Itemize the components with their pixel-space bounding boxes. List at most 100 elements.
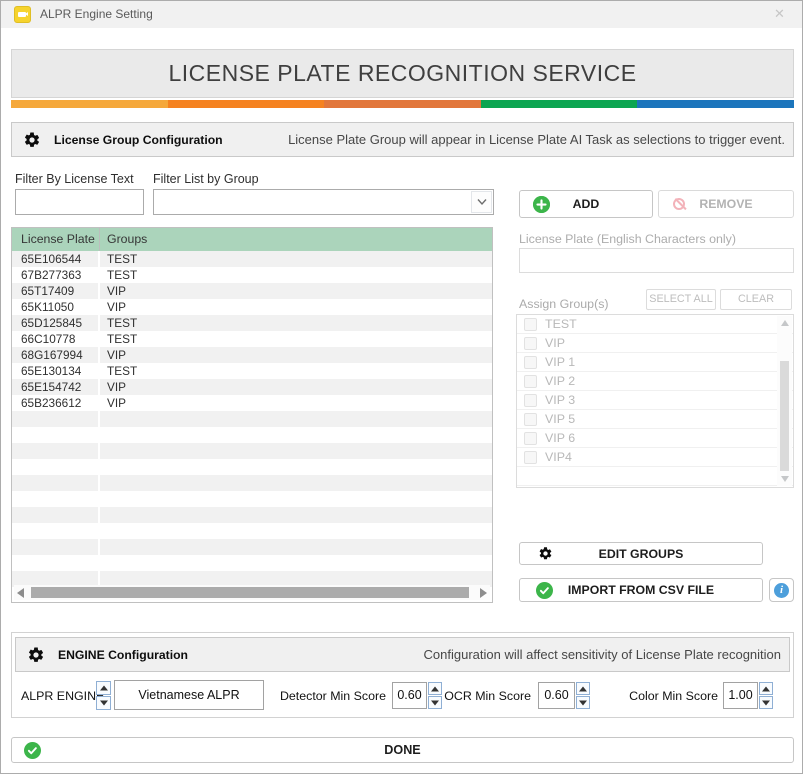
table-row[interactable]: 65E106544TEST: [12, 251, 492, 267]
group-option[interactable]: VIP 5: [517, 410, 793, 429]
table-row[interactable]: 65E130134TEST: [12, 363, 492, 379]
group-option[interactable]: TEST: [517, 315, 793, 334]
title-bar[interactable]: ALPR Engine Setting ✕: [1, 1, 802, 28]
ocr-min-score-value[interactable]: 0.60: [538, 682, 575, 709]
alpr-engine-spinner[interactable]: [96, 681, 111, 710]
spinner-up-icon[interactable]: [576, 682, 590, 695]
license-group-section-header: License Group Configuration License Plat…: [11, 122, 794, 157]
groups-cell[interactable]: VIP: [100, 299, 492, 315]
clear-button[interactable]: CLEAR: [720, 289, 792, 310]
import-from-csv-button[interactable]: IMPORT FROM CSV FILE: [519, 578, 763, 602]
horizontal-scrollbar-thumb[interactable]: [31, 587, 469, 598]
license-group-section-title: License Group Configuration: [54, 133, 223, 147]
spinner-down-icon[interactable]: [759, 696, 773, 709]
edit-groups-button[interactable]: EDIT GROUPS: [519, 542, 763, 565]
info-button[interactable]: i: [769, 578, 794, 602]
group-option-label: VIP4: [545, 448, 572, 466]
plate-cell[interactable]: 65E106544: [12, 251, 100, 267]
plate-cell[interactable]: 68G167994: [12, 347, 100, 363]
filter-list-by-group-dropdown[interactable]: [153, 189, 494, 215]
group-option[interactable]: VIP4: [517, 448, 793, 467]
color-min-score-value[interactable]: 1.00: [723, 682, 758, 709]
done-button[interactable]: DONE: [11, 737, 794, 763]
window-title: ALPR Engine Setting: [40, 1, 153, 28]
select-all-button[interactable]: SELECT ALL: [646, 289, 716, 310]
checkbox-icon[interactable]: [524, 318, 537, 331]
horizontal-scrollbar[interactable]: [14, 585, 490, 600]
plate-cell[interactable]: 65E154742: [12, 379, 100, 395]
checkbox-icon[interactable]: [524, 394, 537, 407]
checkbox-icon[interactable]: [524, 337, 537, 350]
table-row-empty: [12, 507, 492, 523]
close-icon[interactable]: ✕: [757, 1, 802, 28]
groups-cell[interactable]: TEST: [100, 331, 492, 347]
spinner-up-icon[interactable]: [96, 681, 111, 695]
group-option-label: VIP 6: [545, 429, 575, 447]
table-row[interactable]: 65T17409VIP: [12, 283, 492, 299]
spinner-down-icon[interactable]: [96, 696, 111, 710]
group-option[interactable]: VIP 1: [517, 353, 793, 372]
plate-cell[interactable]: 65D125845: [12, 315, 100, 331]
groups-cell[interactable]: VIP: [100, 395, 492, 411]
plate-cell[interactable]: 65B236612: [12, 395, 100, 411]
table-row[interactable]: 65D125845TEST: [12, 315, 492, 331]
group-option[interactable]: VIP 6: [517, 429, 793, 448]
vertical-scrollbar-thumb[interactable]: [780, 361, 789, 471]
groups-cell[interactable]: TEST: [100, 315, 492, 331]
group-option-label: TEST: [545, 315, 577, 333]
table-row[interactable]: 66C10778TEST: [12, 331, 492, 347]
groups-cell[interactable]: VIP: [100, 379, 492, 395]
plate-cell[interactable]: 67B277363: [12, 267, 100, 283]
groups-cell[interactable]: TEST: [100, 363, 492, 379]
groups-cell[interactable]: VIP: [100, 283, 492, 299]
ocr-min-score-label: OCR Min Score: [431, 689, 531, 703]
filter-by-license-text-input[interactable]: [15, 189, 144, 215]
remove-button[interactable]: REMOVE: [658, 190, 794, 218]
vertical-scrollbar[interactable]: [777, 316, 792, 486]
spinner-down-icon[interactable]: [576, 696, 590, 709]
remove-button-label: REMOVE: [659, 197, 793, 211]
table-row[interactable]: 65K11050VIP: [12, 299, 492, 315]
group-option[interactable]: VIP: [517, 334, 793, 353]
plate-cell[interactable]: 65E130134: [12, 363, 100, 379]
table-row-empty: [12, 491, 492, 507]
filter-list-by-group-label: Filter List by Group: [153, 172, 259, 186]
checkbox-icon[interactable]: [524, 375, 537, 388]
ocr-min-score-spinner[interactable]: [576, 682, 590, 709]
group-option-label: VIP 2: [545, 372, 575, 390]
checkbox-icon[interactable]: [524, 432, 537, 445]
detector-min-score-label: Detector Min Score: [261, 689, 386, 703]
chevron-down-icon[interactable]: [471, 191, 492, 213]
plate-cell[interactable]: 65T17409: [12, 283, 100, 299]
groups-cell[interactable]: TEST: [100, 251, 492, 267]
table-row[interactable]: 68G167994VIP: [12, 347, 492, 363]
scroll-up-icon[interactable]: [781, 320, 789, 326]
alpr-engine-value[interactable]: Vietnamese ALPR: [114, 680, 264, 710]
groups-cell[interactable]: VIP: [100, 347, 492, 363]
group-option-label: VIP: [545, 334, 565, 352]
scroll-left-icon[interactable]: [17, 588, 24, 598]
plate-cell[interactable]: 65K11050: [12, 299, 100, 315]
checkbox-icon[interactable]: [524, 413, 537, 426]
checkbox-icon[interactable]: [524, 451, 537, 464]
table-row[interactable]: 65E154742VIP: [12, 379, 492, 395]
license-plate-input[interactable]: [519, 248, 794, 273]
table-row[interactable]: 65B236612VIP: [12, 395, 492, 411]
color-min-score-spinner[interactable]: [759, 682, 773, 709]
checkbox-icon[interactable]: [524, 356, 537, 369]
spinner-up-icon[interactable]: [759, 682, 773, 695]
column-header-license-plate[interactable]: License Plate: [12, 228, 100, 251]
column-header-groups[interactable]: Groups: [100, 228, 492, 251]
add-button[interactable]: ADD: [519, 190, 653, 218]
banner: LICENSE PLATE RECOGNITION SERVICE: [11, 49, 794, 98]
scroll-right-icon[interactable]: [480, 588, 487, 598]
engine-section-header: ENGINE Configuration Configuration will …: [15, 637, 790, 672]
table-row[interactable]: 67B277363TEST: [12, 267, 492, 283]
color-min-score-label: Color Min Score: [611, 689, 718, 703]
detector-min-score-value[interactable]: 0.60: [392, 682, 427, 709]
groups-cell[interactable]: TEST: [100, 267, 492, 283]
group-option[interactable]: VIP 2: [517, 372, 793, 391]
group-option[interactable]: VIP 3: [517, 391, 793, 410]
scroll-down-icon[interactable]: [781, 476, 789, 482]
plate-cell[interactable]: 66C10778: [12, 331, 100, 347]
